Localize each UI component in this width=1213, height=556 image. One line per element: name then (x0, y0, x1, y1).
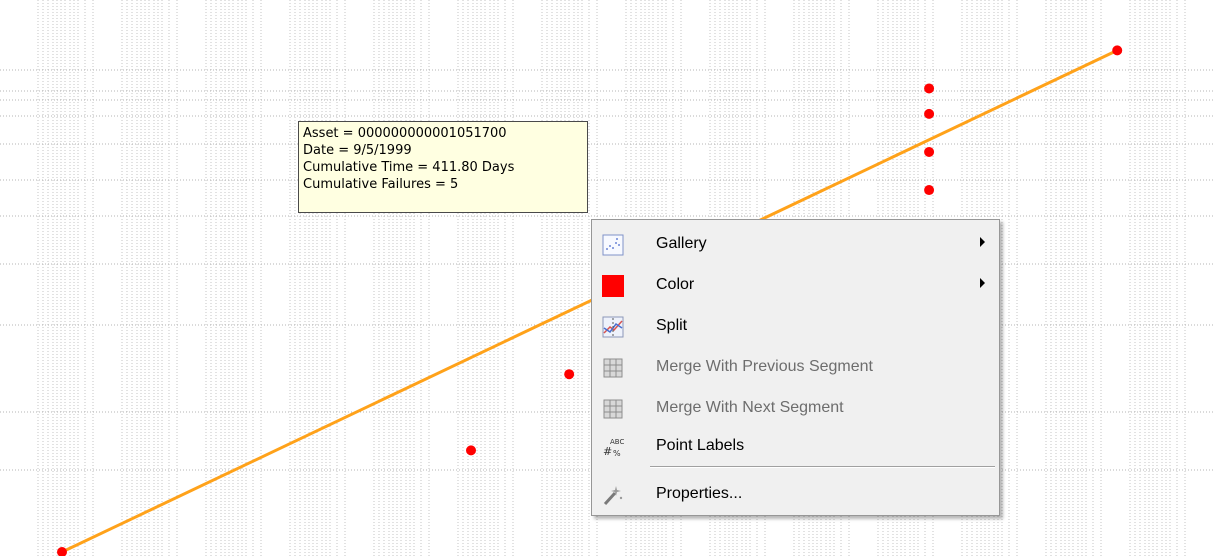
menu-item-label: Merge With Previous Segment (656, 358, 873, 375)
menu-item-color[interactable]: Color (594, 267, 997, 303)
context-menu: Gallery Color Split Merge With Previous … (591, 219, 1000, 516)
menu-item-gallery[interactable]: Gallery (594, 226, 997, 262)
menu-item-label: Gallery (656, 235, 707, 252)
tooltip-cumulative-failures: Cumulative Failures = 5 (303, 177, 459, 192)
color-swatch-icon (602, 275, 624, 297)
menu-item-label: Merge With Next Segment (656, 399, 844, 416)
menu-item-label: Point Labels (656, 437, 745, 454)
svg-text:%: % (613, 449, 621, 458)
menu-item-merge-previous[interactable]: Merge With Previous Segment (594, 349, 997, 385)
tooltip-cumulative-time: Cumulative Time = 411.80 Days (303, 160, 515, 175)
submenu-arrow-icon (980, 278, 985, 288)
split-icon (602, 316, 624, 338)
menu-item-point-labels[interactable]: ABC # % Point Labels (594, 428, 997, 464)
data-point[interactable] (924, 83, 935, 94)
point-tooltip: Asset = 000000000001051700 Date = 9/5/19… (298, 121, 588, 213)
merge-previous-icon (603, 358, 623, 378)
data-point[interactable] (1112, 45, 1123, 56)
svg-text:#: # (603, 445, 612, 458)
menu-item-label: Split (656, 317, 688, 334)
data-point[interactable] (57, 547, 67, 556)
data-point[interactable] (466, 445, 476, 456)
point-labels-icon: ABC # % (603, 438, 624, 458)
gallery-icon (602, 234, 624, 256)
properties-icon (603, 486, 623, 506)
menu-item-merge-next[interactable]: Merge With Next Segment (594, 390, 997, 426)
menu-item-label: Properties... (656, 485, 743, 502)
menu-item-properties[interactable]: Properties... (594, 476, 997, 512)
data-point[interactable] (564, 369, 575, 380)
data-point[interactable] (924, 108, 935, 119)
tooltip-date: Date = 9/5/1999 (303, 143, 412, 158)
data-point[interactable] (924, 146, 935, 157)
submenu-arrow-icon (980, 237, 985, 247)
merge-next-icon (603, 399, 623, 419)
menu-separator (650, 466, 995, 468)
data-point[interactable] (924, 185, 935, 196)
menu-item-label: Color (656, 276, 695, 293)
menu-item-split[interactable]: Split (594, 308, 997, 344)
tooltip-asset: Asset = 000000000001051700 (303, 126, 507, 141)
